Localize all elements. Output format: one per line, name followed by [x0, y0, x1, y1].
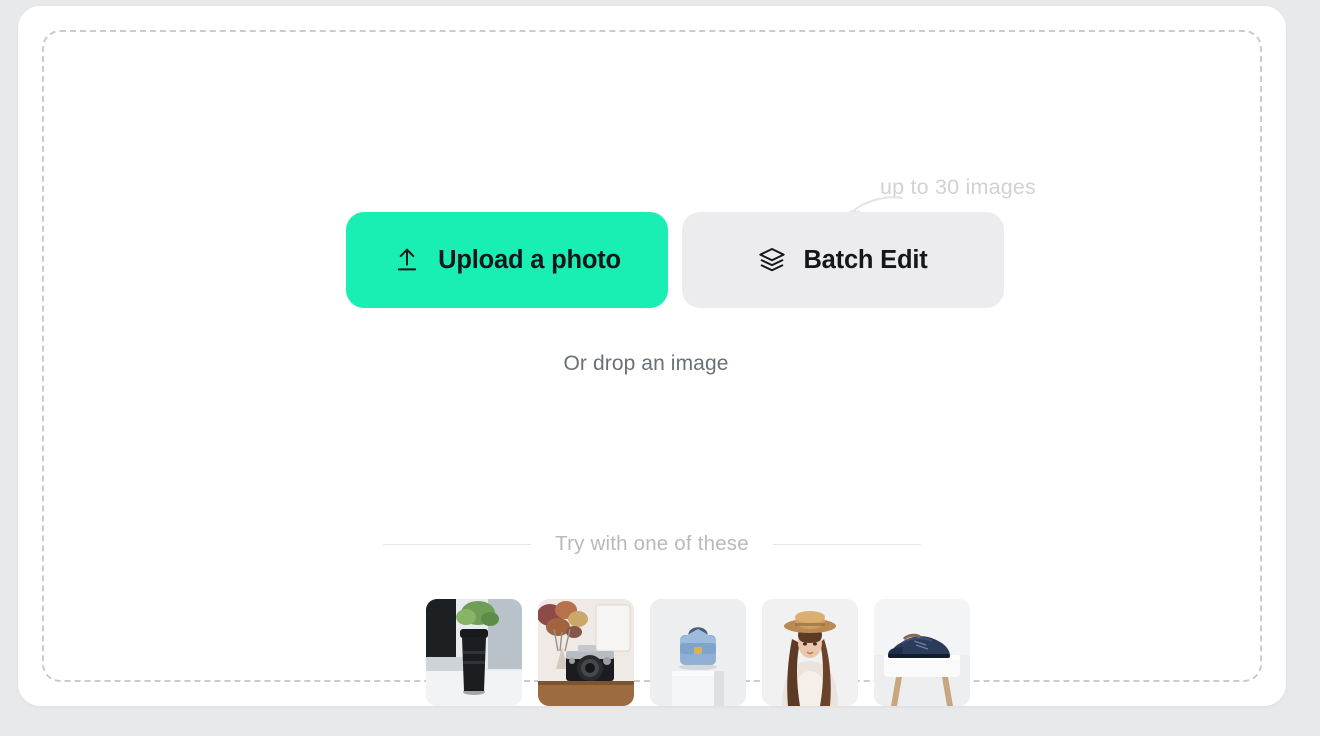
sample-thumbnail-navy-shoes[interactable] [874, 599, 970, 706]
uploader-actions: Upload a photo Batch Edit [346, 212, 1004, 308]
uploader-content: up to 30 images Upload a photo Batch Edi… [44, 32, 1260, 706]
upload-photo-button[interactable]: Upload a photo [346, 212, 668, 308]
sample-thumbnail-blue-handbag[interactable] [650, 599, 746, 706]
layers-stack-icon [758, 246, 786, 274]
uploader-card: up to 30 images Upload a photo Batch Edi… [18, 6, 1286, 706]
upload-arrow-icon [393, 246, 421, 274]
sample-thumbnail-woman-straw-hat[interactable] [762, 599, 858, 706]
sample-images-heading: Try with one of these [44, 532, 1260, 556]
batch-edit-label: Batch Edit [803, 245, 928, 274]
sample-thumbnail-vintage-camera[interactable] [538, 599, 634, 706]
drop-image-hint-label: Or drop an image [563, 352, 729, 375]
divider-right [772, 543, 921, 545]
sample-thumbnail-coffee-tumbler[interactable] [426, 599, 522, 706]
batch-edit-button[interactable]: Batch Edit [682, 212, 1004, 308]
sample-thumbnail-list [426, 599, 970, 706]
divider-left [383, 543, 532, 545]
sample-images-title: Try with one of these [555, 532, 749, 555]
upload-photo-label: Upload a photo [438, 245, 621, 274]
image-dropzone[interactable]: up to 30 images Upload a photo Batch Edi… [42, 30, 1262, 706]
drop-image-hint: Or drop an image [44, 352, 1260, 376]
